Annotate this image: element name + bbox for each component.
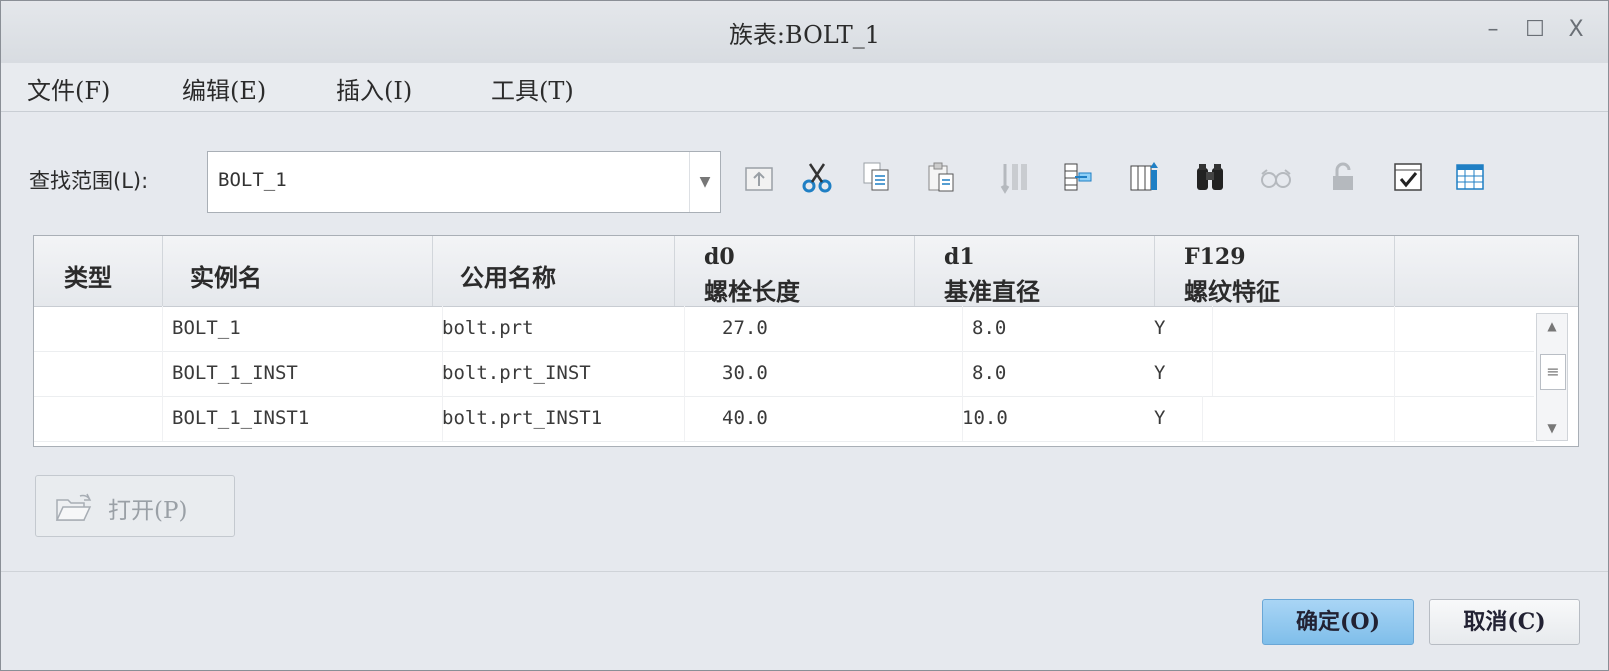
family-table-dialog: 族表:BOLT_1 – ☐ X 文件(F) 编辑(E) 插入(I) 工具(T) …	[0, 0, 1609, 671]
insert-row-icon[interactable]	[991, 154, 1037, 206]
verify-icon[interactable]	[1385, 154, 1431, 206]
search-scope-combobox[interactable]: BOLT_1 ▼	[207, 151, 721, 213]
table-scrollbar[interactable]: ▲ ≡ ▼	[1536, 313, 1568, 441]
menu-bar: 文件(F) 编辑(E) 插入(I) 工具(T)	[1, 63, 1608, 112]
copy-icon[interactable]	[853, 154, 899, 206]
scroll-thumb[interactable]: ≡	[1540, 354, 1566, 390]
cell-type[interactable]	[34, 396, 163, 441]
cell-common-name[interactable]: bolt.prt_INST1	[432, 396, 685, 441]
open-button-label: 打开(P)	[108, 498, 188, 524]
column-header-common-name[interactable]: 公用名称	[432, 236, 675, 306]
insert-column-icon[interactable]	[1053, 154, 1099, 206]
menu-edit[interactable]: 编辑(E)	[182, 71, 266, 106]
chevron-down-icon[interactable]: ▼	[689, 152, 720, 212]
cell-instance[interactable]: BOLT_1_INST1	[162, 396, 443, 441]
cancel-button[interactable]: 取消(C)	[1429, 599, 1580, 645]
search-scope-label: 查找范围(L):	[29, 169, 149, 193]
cell-common-name[interactable]: bolt.prt	[432, 306, 685, 351]
column-header-d1[interactable]: d1 基准直径	[914, 236, 1155, 306]
paste-icon[interactable]	[918, 154, 964, 206]
folder-up-icon[interactable]	[736, 154, 782, 206]
footer-divider	[1, 571, 1608, 572]
cell-type[interactable]	[34, 351, 163, 396]
search-scope-value: BOLT_1	[218, 169, 287, 191]
close-icon[interactable]: X	[1561, 15, 1591, 45]
cell-f129[interactable]: Y	[1154, 351, 1395, 396]
table-view-icon[interactable]	[1447, 154, 1493, 206]
family-table: 类型 实例名 公用名称 d0 螺栓长度 d1 基准直径 F129 螺纹特征 BO…	[33, 235, 1579, 447]
table-row[interactable]: BOLT_1 bolt.prt 27.0 8.0 Y	[34, 306, 1534, 352]
column-header-d0[interactable]: d0 螺栓长度	[674, 236, 915, 306]
title-bar[interactable]: 族表:BOLT_1 – ☐ X	[1, 1, 1608, 64]
menu-file[interactable]: 文件(F)	[27, 71, 110, 106]
column-settings-icon[interactable]	[1121, 154, 1167, 206]
ok-button[interactable]: 确定(O)	[1262, 599, 1414, 645]
column-header-type[interactable]: 类型	[34, 236, 163, 306]
table-header: 类型 实例名 公用名称 d0 螺栓长度 d1 基准直径 F129 螺纹特征	[34, 236, 1578, 307]
cut-icon[interactable]	[794, 154, 840, 206]
window-title: 族表:BOLT_1	[728, 21, 881, 49]
menu-tools[interactable]: 工具(T)	[491, 71, 574, 106]
cell-instance[interactable]: BOLT_1	[162, 306, 443, 351]
minimize-icon[interactable]: –	[1478, 15, 1508, 45]
scroll-up-icon[interactable]: ▲	[1537, 314, 1567, 338]
cell-common-name[interactable]: bolt.prt_INST	[432, 351, 685, 396]
cell-type[interactable]	[34, 306, 163, 351]
cell-f129[interactable]: Y	[1154, 306, 1395, 351]
maximize-icon[interactable]: ☐	[1520, 15, 1550, 45]
find-icon[interactable]	[1187, 154, 1233, 206]
cell-f129[interactable]: Y	[1154, 396, 1395, 441]
lock-icon[interactable]	[1321, 154, 1367, 206]
table-row[interactable]: BOLT_1_INST1 bolt.prt_INST1 40.0 10.0 Y	[34, 396, 1534, 442]
table-row[interactable]: BOLT_1_INST bolt.prt_INST 30.0 8.0 Y	[34, 351, 1534, 397]
column-header-f129[interactable]: F129 螺纹特征	[1154, 236, 1395, 306]
preview-icon[interactable]	[1253, 154, 1299, 206]
menu-insert[interactable]: 插入(I)	[336, 71, 412, 106]
open-button[interactable]: 打开(P)	[35, 475, 235, 537]
column-header-instance[interactable]: 实例名	[162, 236, 433, 306]
scroll-down-icon[interactable]: ▼	[1537, 416, 1567, 440]
open-folder-icon	[55, 493, 92, 521]
cell-instance[interactable]: BOLT_1_INST	[162, 351, 443, 396]
